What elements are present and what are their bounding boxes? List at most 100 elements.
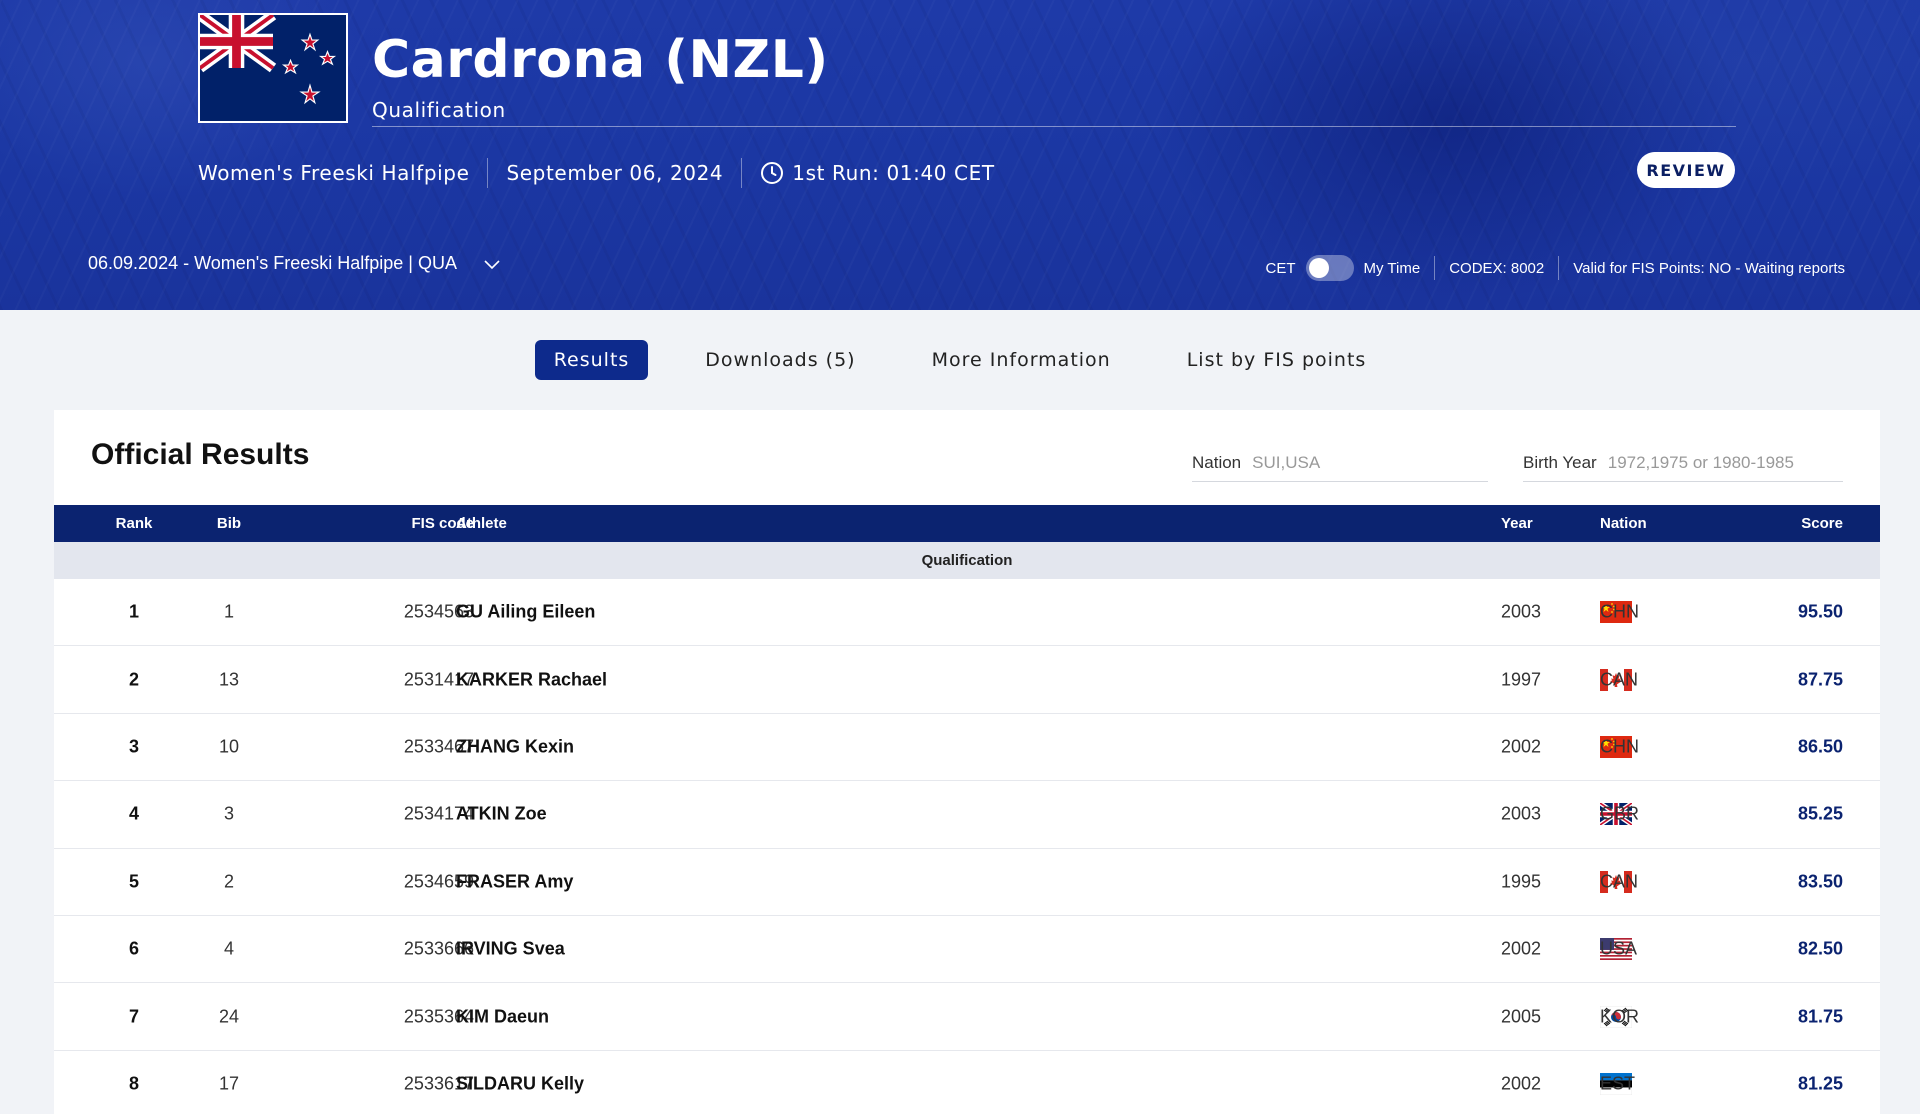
event-meta: Women's Freeski Halfpipe September 06, 2… bbox=[198, 156, 995, 190]
nation-filter: Nation bbox=[1192, 444, 1488, 482]
meta-divider bbox=[741, 158, 743, 188]
toggle-knob bbox=[1308, 258, 1329, 278]
meta-divider bbox=[487, 158, 489, 188]
bib-cell: 3 bbox=[223, 803, 234, 824]
results-tabs: Results Downloads (5) More Information L… bbox=[0, 340, 1920, 380]
score-cell: 86.50 bbox=[1797, 736, 1843, 757]
fis-code-cell: 2533617 bbox=[403, 1073, 474, 1094]
event-title: Cardrona (NZL) bbox=[372, 30, 829, 90]
birth-year-filter-label: Birth Year bbox=[1523, 452, 1597, 472]
table-row[interactable]: 7 24 2535364 KIM Daeun 2005 KOR 81.75 bbox=[54, 983, 1880, 1051]
event-subtitle: Qualification bbox=[372, 98, 506, 122]
score-cell: 83.50 bbox=[1797, 871, 1843, 892]
event-discipline: Women's Freeski Halfpipe bbox=[198, 161, 470, 185]
bib-cell: 1 bbox=[223, 601, 234, 622]
first-run-time: 1st Run: 01:40 CET bbox=[792, 161, 995, 185]
birth-year-filter: Birth Year bbox=[1523, 444, 1843, 482]
year-cell: 2005 bbox=[1501, 1006, 1542, 1027]
birth-year-filter-input[interactable] bbox=[1607, 452, 1808, 473]
section-header-qualification: Qualification bbox=[54, 542, 1880, 579]
event-header: Cardrona (NZL) Qualification Women's Fre… bbox=[0, 0, 1920, 310]
athlete-name-link[interactable]: ZHANG Kexin bbox=[456, 736, 574, 757]
fis-code-cell: 2533666 bbox=[403, 938, 474, 959]
athlete-name-link[interactable]: ATKIN Zoe bbox=[456, 804, 547, 825]
bib-cell: 2 bbox=[223, 871, 234, 892]
column-header-nation[interactable]: Nation bbox=[1600, 515, 1647, 532]
fis-code-cell: 2535364 bbox=[403, 1006, 474, 1027]
nation-code: CAN bbox=[1600, 871, 1639, 892]
score-cell: 87.75 bbox=[1797, 669, 1843, 690]
rank-cell: 6 bbox=[128, 938, 139, 959]
fis-code-cell: 2534174 bbox=[403, 803, 474, 824]
tab-downloads[interactable]: Downloads (5) bbox=[686, 340, 874, 380]
rank-cell: 5 bbox=[128, 871, 139, 892]
codex-label: CODEX: 8002 bbox=[1449, 259, 1545, 277]
tab-results[interactable]: Results bbox=[534, 340, 649, 380]
nation-code: CHN bbox=[1600, 601, 1639, 622]
nation-code: USA bbox=[1600, 938, 1638, 959]
rank-cell: 8 bbox=[128, 1073, 139, 1094]
nation-code: EST bbox=[1600, 1073, 1636, 1094]
header-divider bbox=[372, 126, 1736, 127]
results-table-header: Rank Bib FIS code Athlete Year Nation Sc… bbox=[54, 505, 1880, 542]
timezone-toggle[interactable] bbox=[1305, 255, 1354, 281]
nation-code: GBR bbox=[1600, 803, 1640, 824]
score-cell: 81.25 bbox=[1797, 1073, 1843, 1094]
nation-code: CHN bbox=[1600, 736, 1639, 757]
tz-mytime-label: My Time bbox=[1363, 259, 1421, 277]
year-cell: 1997 bbox=[1501, 669, 1542, 690]
info-divider bbox=[1558, 256, 1560, 280]
table-row[interactable]: 4 3 2534174 ATKIN Zoe 2003 GBR 85.25 bbox=[54, 781, 1880, 849]
event-date: September 06, 2024 bbox=[506, 161, 724, 185]
year-cell: 1995 bbox=[1501, 871, 1542, 892]
rank-cell: 1 bbox=[128, 601, 139, 622]
column-header-score[interactable]: Score bbox=[1801, 515, 1843, 532]
bib-cell: 24 bbox=[218, 1006, 240, 1027]
table-row[interactable]: 5 2 2534659 FRASER Amy 1995 CAN 83.50 bbox=[54, 849, 1880, 916]
table-row[interactable]: 6 4 2533666 IRVING Svea 2002 USA 82.50 bbox=[54, 916, 1880, 984]
athlete-name-link[interactable]: KARKER Rachael bbox=[456, 669, 607, 690]
athlete-name-link[interactable]: SILDARU Kelly bbox=[456, 1073, 584, 1094]
tab-list-by-fis-points[interactable]: List by FIS points bbox=[1168, 340, 1386, 380]
athlete-name-link[interactable]: FRASER Amy bbox=[456, 871, 573, 892]
score-cell: 95.50 bbox=[1797, 601, 1843, 622]
nation-filter-input[interactable] bbox=[1252, 452, 1453, 473]
results-title: Official Results bbox=[91, 438, 310, 471]
table-row[interactable]: 1 1 2534563 GU Ailing Eileen 2003 CHN 95… bbox=[54, 579, 1880, 647]
column-header-athlete[interactable]: Athlete bbox=[456, 515, 507, 532]
tab-more-information[interactable]: More Information bbox=[913, 340, 1130, 380]
year-cell: 2002 bbox=[1501, 1073, 1542, 1094]
athlete-name-link[interactable]: KIM Daeun bbox=[456, 1006, 549, 1027]
tz-cet-label: CET bbox=[1265, 259, 1296, 277]
race-selector-label: 06.09.2024 - Women's Freeski Halfpipe | … bbox=[88, 253, 457, 273]
table-row[interactable]: 2 13 2531417 KARKER Rachael 1997 CAN 87.… bbox=[54, 646, 1880, 714]
column-header-fis-code[interactable]: FIS code bbox=[334, 515, 474, 532]
athlete-name-link[interactable]: IRVING Svea bbox=[456, 939, 565, 960]
column-header-bib[interactable]: Bib bbox=[204, 515, 254, 532]
results-card: Official Results Nation Birth Year Rank … bbox=[54, 410, 1880, 1114]
column-header-rank[interactable]: Rank bbox=[114, 515, 154, 532]
rank-cell: 2 bbox=[128, 669, 139, 690]
score-cell: 81.75 bbox=[1797, 1006, 1843, 1027]
rank-cell: 7 bbox=[128, 1006, 139, 1027]
nation-filter-label: Nation bbox=[1192, 452, 1242, 472]
fis-points-status: Valid for FIS Points: NO - Waiting repor… bbox=[1573, 259, 1845, 277]
clock-icon bbox=[761, 162, 784, 184]
race-selector[interactable]: 06.09.2024 - Women's Freeski Halfpipe | … bbox=[88, 253, 501, 274]
chevron-down-icon bbox=[484, 259, 500, 269]
table-row[interactable]: 3 10 2533467 ZHANG Kexin 2002 CHN 86.50 bbox=[54, 714, 1880, 782]
bib-cell: 17 bbox=[218, 1073, 240, 1094]
year-cell: 2003 bbox=[1501, 601, 1542, 622]
athlete-name-link[interactable]: GU Ailing Eileen bbox=[456, 602, 595, 623]
year-cell: 2003 bbox=[1501, 803, 1542, 824]
results-table-body: 1 1 2534563 GU Ailing Eileen 2003 CHN 95… bbox=[54, 579, 1880, 1114]
table-row[interactable]: 8 17 2533617 SILDARU Kelly 2002 EST 81.2… bbox=[54, 1051, 1880, 1114]
review-button[interactable]: REVIEW bbox=[1637, 152, 1735, 188]
rank-cell: 4 bbox=[128, 803, 139, 824]
bib-cell: 4 bbox=[223, 938, 234, 959]
fis-code-cell: 2534563 bbox=[403, 601, 474, 622]
column-header-year[interactable]: Year bbox=[1501, 515, 1581, 532]
score-cell: 82.50 bbox=[1797, 938, 1843, 959]
rank-cell: 3 bbox=[128, 736, 139, 757]
bib-cell: 13 bbox=[218, 669, 240, 690]
